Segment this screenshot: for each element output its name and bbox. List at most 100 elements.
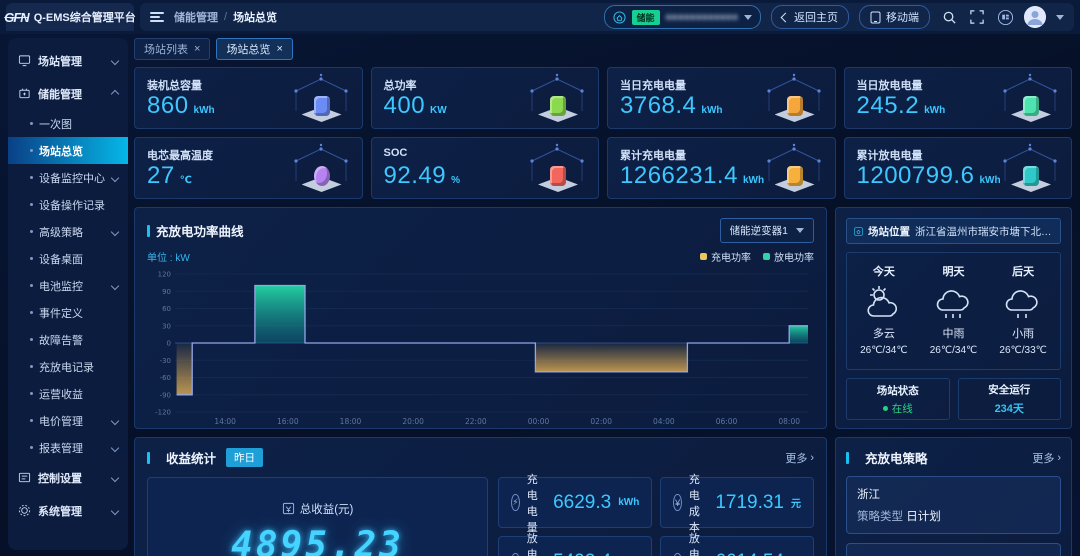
chevron-down-icon — [111, 281, 119, 289]
safe-running-box: 安全运行 234天 — [958, 378, 1062, 420]
revenue-more-link[interactable]: 更多› — [785, 450, 814, 466]
title-bar-accent — [147, 225, 150, 237]
battery-3d-icon — [290, 73, 352, 125]
stat-card-max-temp: 电芯最高温度 27℃ — [134, 137, 363, 199]
sidebar-item-battery-monitor[interactable]: 电池监控 — [8, 272, 128, 299]
legend-discharge[interactable]: 放电功率 — [763, 249, 814, 264]
svg-text:20:00: 20:00 — [402, 417, 424, 426]
sidebar-item-report-mgmt[interactable]: 报表管理 — [8, 434, 128, 461]
avatar[interactable] — [1024, 6, 1046, 28]
revenue-icon — [282, 502, 295, 515]
avatar-chevron-icon[interactable] — [1056, 15, 1064, 20]
sidebar-item-system-mgmt[interactable]: 系统管理 — [8, 494, 128, 527]
gauge-3d-icon — [290, 143, 352, 195]
chevron-up-icon — [111, 89, 119, 97]
sidebar-item-control-settings[interactable]: 控制设置 — [8, 461, 128, 494]
svg-text:-30: -30 — [160, 357, 171, 365]
station-status-box: 场站状态 在线 — [846, 378, 950, 420]
weather-tomorrow: 明天 中雨 26℃/34℃ — [919, 263, 989, 359]
svg-text:60: 60 — [162, 305, 171, 313]
close-icon[interactable]: × — [276, 43, 282, 55]
battery-3d-icon — [999, 73, 1061, 125]
stat-card-total-charge: 累计充电电量 1266231.4kWh — [607, 137, 836, 199]
chart-title: 充放电功率曲线 — [156, 221, 244, 240]
strategy-more-link[interactable]: 更多› — [1032, 450, 1061, 466]
svg-text:00:00: 00:00 — [528, 417, 550, 426]
inverter-select[interactable]: 储能逆变器1 — [720, 218, 814, 243]
strategy-card[interactable]: 浙江 策略类型 日计划 — [846, 476, 1061, 534]
sidebar-item-operation-revenue[interactable]: 运营收益 — [8, 380, 128, 407]
sidebar-item-device-monitor[interactable]: 设备监控中心 — [8, 164, 128, 191]
mobile-label: 移动端 — [886, 9, 919, 25]
strategy-panel: 充放电策略 更多› 浙江 策略类型 日计划 7-8，12-1 — [835, 437, 1072, 556]
ems-dashboard: GFN Q-EMS综合管理平台 储能管理 / 场站总览 储能 ●●●●●●●●●… — [0, 0, 1080, 556]
revenue-cell-discharge-energy: ⚡ 放电电量 5492.4 kWh — [498, 536, 652, 556]
sidebar-item-station-overview[interactable]: 场站总览 — [8, 137, 128, 164]
sidebar-item-device-op-log[interactable]: 设备操作记录 — [8, 191, 128, 218]
search-icon[interactable] — [940, 8, 958, 26]
strategy-card[interactable]: 7-8，12-1 — [846, 543, 1061, 556]
tab-station-overview[interactable]: 场站总览 × — [216, 38, 292, 60]
sidebar-item-price-mgmt[interactable]: 电价管理 — [8, 407, 128, 434]
svg-text:06:00: 06:00 — [716, 417, 738, 426]
stat-card-daily-discharge: 当日放电电量 245.2kWh — [844, 67, 1073, 129]
tab-station-list[interactable]: 场站列表 × — [134, 38, 210, 60]
yesterday-filter[interactable]: 昨日 — [226, 448, 263, 467]
theme-widget-icon[interactable] — [996, 8, 1014, 26]
status-badge: 在线 — [883, 401, 913, 416]
mobile-button[interactable]: 移动端 — [859, 5, 930, 29]
chevron-down-icon — [111, 506, 119, 514]
arrow-right-icon: › — [810, 452, 814, 464]
revenue-title: 收益统计 — [166, 448, 216, 467]
breadcrumb: 储能管理 / 场站总览 — [174, 9, 277, 25]
logo-mark: GFN — [4, 10, 28, 25]
header-strip: 储能管理 / 场站总览 储能 ●●●●●●●●●●●● 返回主页 — [140, 3, 1074, 31]
svg-text:120: 120 — [158, 271, 171, 279]
sidebar-item-advanced-strategy[interactable]: 高级策略 — [8, 218, 128, 245]
battery-3d-icon — [526, 73, 588, 125]
breadcrumb-section: 储能管理 — [174, 9, 218, 25]
sidebar-item-primary-diagram[interactable]: 一次图 — [8, 110, 128, 137]
svg-text:30: 30 — [162, 322, 171, 330]
svg-text:-60: -60 — [160, 374, 171, 382]
chevron-down-icon — [111, 443, 119, 451]
location-label: 场站位置 — [868, 224, 910, 239]
sidebar-item-device-desktop[interactable]: 设备桌面 — [8, 245, 128, 272]
sidebar-item-fault-alarm[interactable]: 故障告警 — [8, 326, 128, 353]
sidebar-item-label: 场站管理 — [38, 53, 105, 69]
light-rain-icon — [1001, 283, 1045, 321]
rain-icon — [932, 283, 976, 321]
breadcrumb-separator: / — [224, 11, 227, 23]
station-selector[interactable]: 储能 ●●●●●●●●●●●● — [604, 5, 762, 29]
menu-collapse-icon[interactable] — [150, 12, 164, 22]
unit-label: 单位 : kW — [147, 249, 190, 264]
back-home-button[interactable]: 返回主页 — [771, 5, 849, 29]
svg-text:02:00: 02:00 — [590, 417, 612, 426]
breadcrumb-page: 场站总览 — [233, 9, 277, 25]
sidebar-item-charge-log[interactable]: 充放电记录 — [8, 353, 128, 380]
revenue-cell-charge-energy: ⚡ 充电电量 6629.3 kWh — [498, 477, 652, 528]
location-icon — [854, 225, 863, 238]
revenue-cell-charge-cost: ¥ 充电成本 1719.31 元 — [660, 477, 814, 528]
total-revenue-card: 总收益(元) 4895.23 — [147, 477, 488, 556]
stat-card-daily-charge: 当日充电电量 3768.4kWh — [607, 67, 836, 129]
close-icon[interactable]: × — [194, 43, 200, 55]
legend-charge[interactable]: 充电功率 — [700, 249, 751, 264]
chart-legend: 充电功率 放电功率 — [700, 249, 814, 264]
battery-3d-icon — [763, 143, 825, 195]
sidebar-item-storage-mgmt[interactable]: 储能管理 — [8, 77, 128, 110]
station-info-panel: 场站位置 浙江省温州市瑞安市塘下北工业园区凤都… 今天 多云 26℃/34℃ — [835, 207, 1072, 429]
revenue-cells: ⚡ 充电电量 6629.3 kWh ¥ 充电成本 1719.31 元 ⚡ — [498, 477, 814, 556]
weather-today: 今天 多云 26℃/34℃ — [849, 263, 919, 359]
svg-text:08:00: 08:00 — [778, 417, 800, 426]
cost-icon: ¥ — [673, 494, 682, 511]
sidebar-item-station-mgmt[interactable]: 场站管理 — [8, 44, 128, 77]
sidebar-item-event-definition[interactable]: 事件定义 — [8, 299, 128, 326]
fullscreen-icon[interactable] — [968, 8, 986, 26]
chevron-down-icon — [111, 227, 119, 235]
chevron-down-icon — [796, 228, 804, 233]
chevron-down-icon — [111, 473, 119, 481]
stat-card-total-power: 总功率 400KW — [371, 67, 600, 129]
battery-3d-icon — [763, 73, 825, 125]
chevron-down-icon — [111, 416, 119, 424]
